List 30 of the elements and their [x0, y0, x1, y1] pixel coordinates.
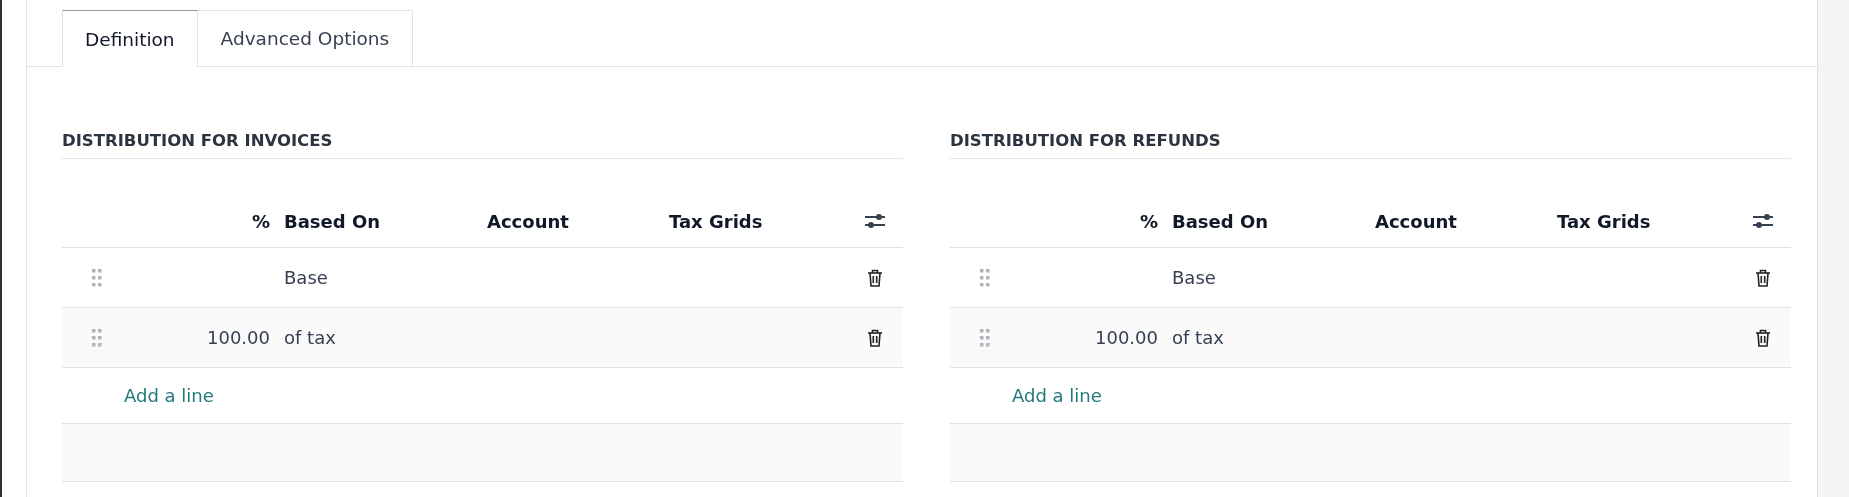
table-cell: Base: [284, 267, 328, 288]
drag-handle-icon[interactable]: [92, 268, 102, 287]
drag-handle-icon[interactable]: [92, 328, 102, 347]
column-header: Account: [1375, 210, 1458, 232]
column-header: Based On: [1172, 210, 1270, 232]
tab[interactable]: Definition: [62, 10, 198, 67]
trash-icon[interactable]: [1755, 328, 1771, 347]
table-cell: of tax: [1172, 327, 1224, 348]
table-cell: 100.00: [1095, 327, 1158, 348]
tab[interactable]: Advanced Options: [197, 10, 414, 66]
column-header: Based On: [284, 210, 382, 232]
column-header: Tax Grids: [668, 210, 764, 232]
column-header: %: [250, 210, 271, 232]
trash-icon[interactable]: [1755, 268, 1771, 287]
column-header: Account: [487, 210, 570, 232]
trash-icon[interactable]: [867, 268, 883, 287]
section-title: DISTRIBUTION FOR REFUNDS: [950, 131, 1791, 159]
add-line-link[interactable]: Add a line: [1012, 385, 1102, 406]
drag-handle-icon[interactable]: [980, 268, 990, 287]
column-header: %: [1138, 210, 1159, 232]
section-title: DISTRIBUTION FOR INVOICES: [62, 131, 903, 159]
table-cell: Base: [1172, 267, 1216, 288]
settings-icon[interactable]: [1752, 212, 1774, 230]
table-cell: 100.00: [207, 327, 270, 348]
trash-icon[interactable]: [867, 328, 883, 347]
drag-handle-icon[interactable]: [980, 328, 990, 347]
column-header: Tax Grids: [1556, 210, 1652, 232]
add-line-link[interactable]: Add a line: [124, 385, 214, 406]
table-cell: of tax: [284, 327, 336, 348]
settings-icon[interactable]: [864, 212, 886, 230]
